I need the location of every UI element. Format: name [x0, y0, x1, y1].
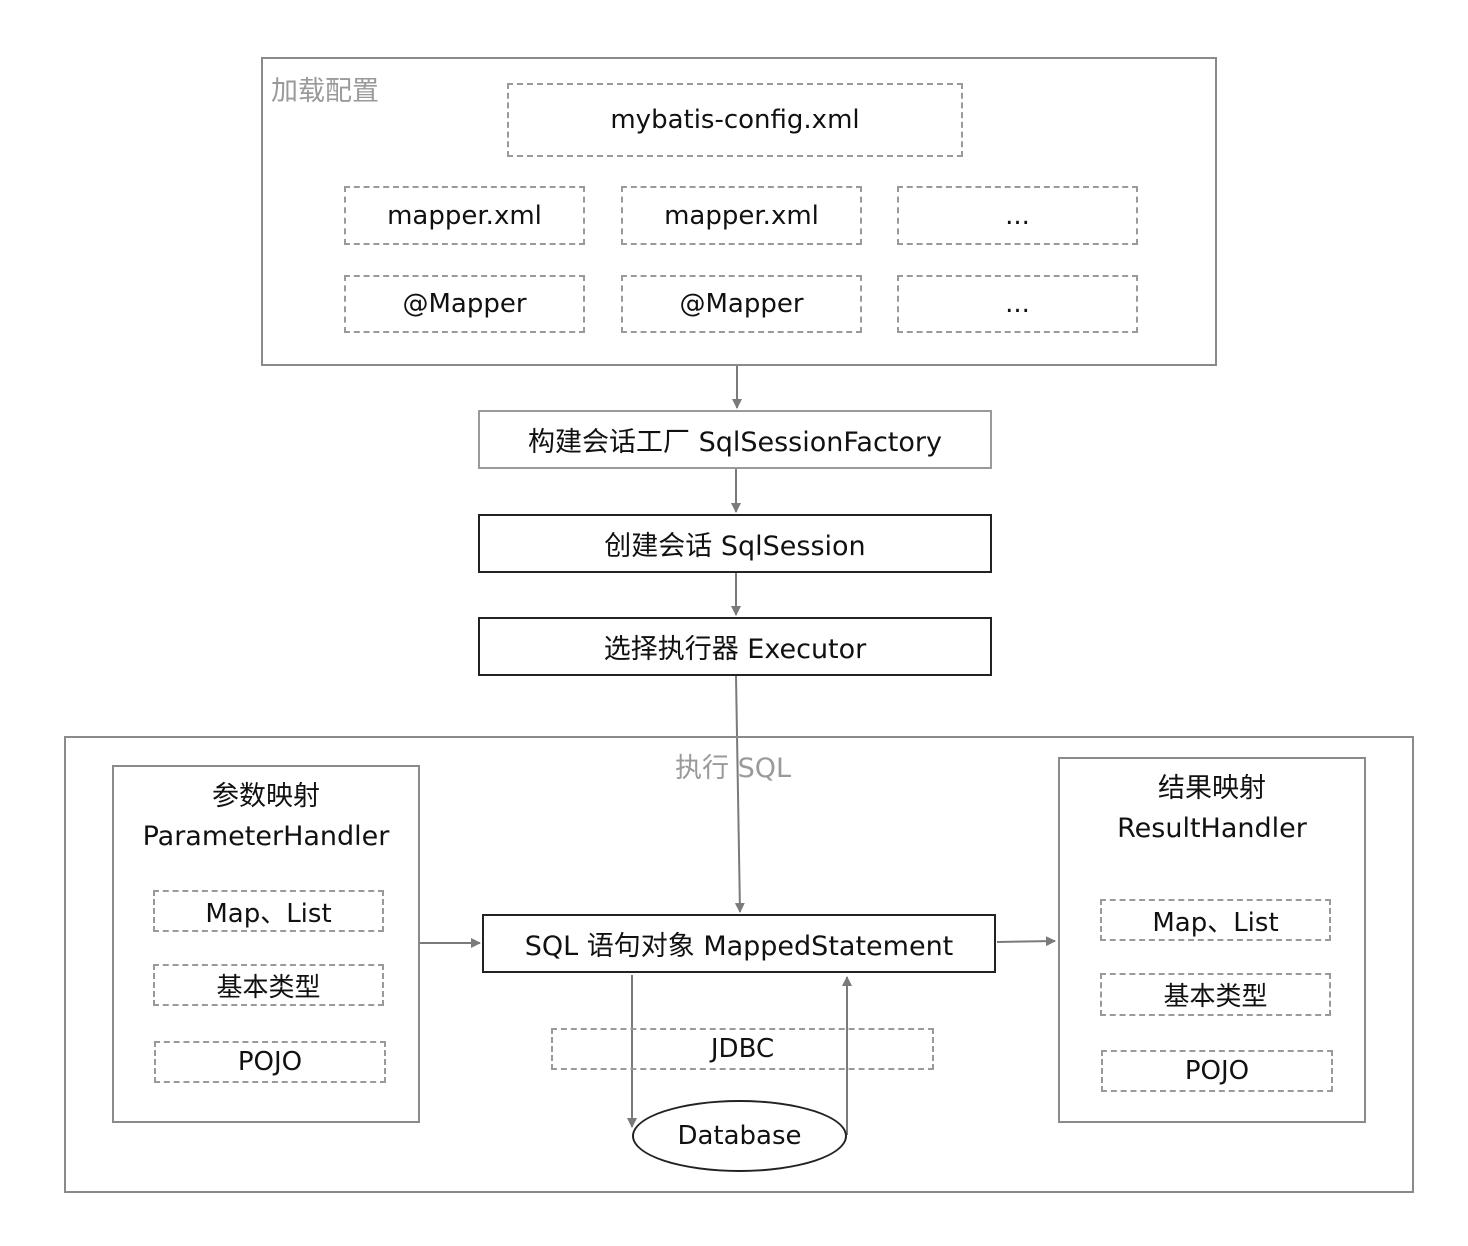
session-box: 创建会话 SqlSession	[478, 514, 992, 573]
parameter-panel-title-en: ParameterHandler	[142, 821, 390, 852]
result-item-pojo: POJO	[1101, 1050, 1333, 1092]
database-node: Database	[632, 1100, 847, 1172]
mapper-annotation-box-1: @Mapper	[344, 275, 585, 333]
result-panel-title-en: ResultHandler	[1117, 813, 1307, 844]
mapper-xml-more-box: ...	[897, 186, 1138, 245]
mapper-xml-box-2: mapper.xml	[621, 186, 862, 245]
execute-sql-label: 执行 SQL	[675, 753, 792, 784]
parameter-item-map-list: Map、List	[153, 890, 384, 932]
parameter-item-pojo: POJO	[154, 1041, 386, 1083]
parameter-item-basic-types: 基本类型	[153, 964, 384, 1006]
mapper-annotation-box-2: @Mapper	[621, 275, 862, 333]
jdbc-box: JDBC	[551, 1028, 934, 1070]
result-panel-title-cn: 结果映射	[1158, 773, 1266, 804]
parameter-panel-title-cn: 参数映射	[212, 781, 320, 812]
result-item-basic-types: 基本类型	[1100, 973, 1331, 1016]
session-factory-box: 构建会话工厂 SqlSessionFactory	[478, 410, 992, 469]
result-item-map-list: Map、List	[1100, 899, 1331, 941]
mapped-statement-box: SQL 语句对象 MappedStatement	[482, 914, 996, 973]
config-file-box: mybatis-config.xml	[507, 83, 963, 157]
load-config-label: 加载配置	[271, 76, 379, 107]
executor-box: 选择执行器 Executor	[478, 617, 992, 676]
mapper-annotation-more-box: ...	[897, 275, 1138, 333]
mapper-xml-box-1: mapper.xml	[344, 186, 585, 245]
